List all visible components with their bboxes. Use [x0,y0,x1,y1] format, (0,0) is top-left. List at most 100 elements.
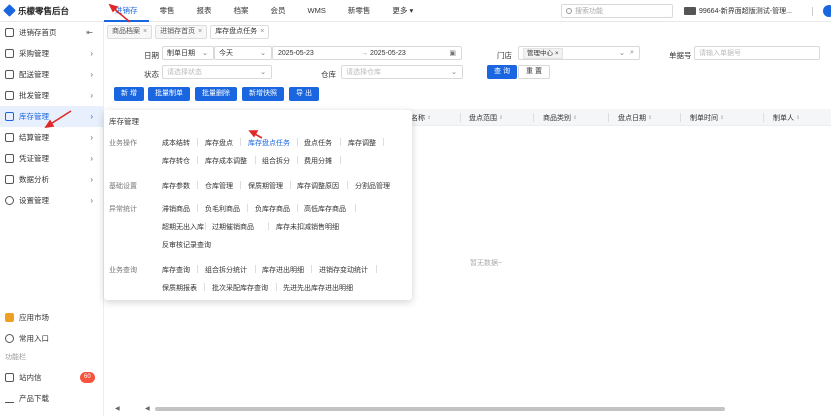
menu-item-inventory-count[interactable]: 库存盘点 [205,138,233,148]
sidebar-item-favorites[interactable]: 常用入口 [0,328,104,349]
column-header-count-date[interactable]: 盘点日期 ⇕ [618,113,652,123]
sidebar-item-voucher[interactable]: 凭证管理 › [0,148,103,169]
menu-item-shelf-life-report[interactable]: 保质期报表 [162,283,197,293]
menu-item-high-low-stock[interactable]: 高低库存商品 [304,204,346,214]
chevron-right-icon: › [90,112,93,121]
menu-item-inventory-query[interactable]: 库存查询 [162,265,190,275]
menu-item-overdue-no-movement[interactable]: 超期无出入库 [162,222,204,232]
column-header-name[interactable]: 名称 ⇕ [411,113,431,123]
batch-create-button[interactable]: 批量制单 [148,87,190,101]
menu-item-negative-margin[interactable]: 负毛利商品 [205,204,240,214]
brand[interactable]: 乐檬零售后台 [0,4,104,17]
menu-item-stock-in-out-detail[interactable]: 库存进出明细 [262,265,304,275]
close-icon[interactable]: × [260,26,264,38]
topnav-item-archives[interactable]: 档案 [223,0,260,22]
menu-item-unaudit-records[interactable]: 反审核记录查询 [162,240,211,250]
menu-item-cost-carryover[interactable]: 成本结转 [162,138,190,148]
topnav-item-more[interactable]: 更多 ▾ [381,0,424,22]
status-label: 状态 [144,70,159,79]
sidebar-item-inbox[interactable]: 站内信 60 [0,367,104,388]
menu-item-negative-stock[interactable]: 负库存商品 [255,204,290,214]
menu-divider [255,265,256,273]
warehouse-select[interactable]: 请选择仓库 ⌄ [341,65,463,79]
home-icon [5,28,14,37]
sidebar-item-home[interactable]: 进销存首页 ⇤ [0,22,103,43]
menu-item-split-goods[interactable]: 分割品管理 [355,181,390,191]
search-icon[interactable]: ⌕ [630,49,634,57]
menu-divider [297,138,298,146]
menu-divider [247,204,248,212]
date-range-picker[interactable]: 2025-05-23 → 2025-05-23 ▣ [272,46,462,60]
sidebar-item-analytics[interactable]: 数据分析 › [0,169,103,190]
column-header-created-time[interactable]: 制单时间 ⇕ [690,113,724,123]
function-search-input[interactable]: 搜索功能 [561,4,673,18]
date-preset-select[interactable]: 今天 ⌄ [214,46,272,60]
menu-item-combo-split[interactable]: 组合拆分 [262,156,290,166]
menu-item-inventory-adjust[interactable]: 库存调整 [348,138,376,148]
tab-jinxiaocun-home[interactable]: 进销存首页 × [155,25,208,39]
menu-item-cost-allocation[interactable]: 费用分摊 [304,156,332,166]
status-select[interactable]: 请选择状态 ⌄ [162,65,272,79]
scroll-left-icon[interactable]: ◀ [115,405,120,412]
empty-state: 暂无数据~ [470,260,503,267]
scrollbar-thumb[interactable] [155,407,725,411]
horizontal-scrollbar[interactable]: ◀ ◀ [107,404,831,414]
topnav-item-members[interactable]: 会员 [260,0,297,22]
menu-item-shelf-life-mgmt[interactable]: 保质期管理 [248,181,283,191]
topnav-item-new-retail[interactable]: 新零售 [337,0,382,22]
topnav-item-retail[interactable]: 零售 [149,0,186,22]
close-icon[interactable]: × [143,26,147,38]
menu-divider [204,283,205,291]
add-snapshot-button[interactable]: 新增快照 [242,87,284,101]
close-icon[interactable]: × [555,50,559,57]
scroll-left-step-icon[interactable]: ◀ [145,405,150,412]
column-header-creator[interactable]: 制单人 ⇕ [773,113,800,123]
menu-item-adjust-reason[interactable]: 库存调整原因 [297,181,339,191]
topnav-item-wms[interactable]: WMS [297,0,337,22]
sidebar-item-label: 站内信 [19,373,42,382]
column-header-scope[interactable]: 盘点范围 ⇕ [469,113,503,123]
function-search-placeholder: 搜索功能 [575,8,603,15]
collapse-icon[interactable]: ⇤ [86,28,93,37]
store-tag-label: 管理中心 [527,49,553,57]
sidebar-item-settlement[interactable]: 结算管理 › [0,127,103,148]
store-select[interactable]: 管理中心 × ⌄ ⌕ [518,46,640,60]
menu-item-unreduced-sales[interactable]: 库存未扣减销售明细 [276,222,339,232]
menu-item-slow-moving[interactable]: 滞销商品 [162,204,190,214]
menu-item-warehouse-mgmt[interactable]: 仓库管理 [205,181,233,191]
menu-item-psi-change-stats[interactable]: 进销存变动统计 [319,265,368,275]
sidebar-item-app-market[interactable]: 应用市场 [0,307,104,328]
menu-item-fifo-detail[interactable]: 先进先出库存进出明细 [283,283,353,293]
sidebar-item-inventory[interactable]: 库存管理 › [0,106,103,127]
company-switcher[interactable]: 99664-新界面超版测试-管理... [684,0,792,22]
order-no-input[interactable]: 请输入单据号 [694,46,820,60]
menu-item-cost-adjust[interactable]: 库存成本调整 [205,156,247,166]
menu-item-count-task[interactable]: 盘点任务 [304,138,332,148]
column-header-category[interactable]: 商品类别 ⇕ [543,113,577,123]
query-button[interactable]: 查 询 [487,65,517,79]
avatar[interactable] [823,5,831,17]
export-button[interactable]: 导 出 [289,87,319,101]
menu-item-batch-stock-query[interactable]: 批次采配库存查询 [212,283,268,293]
topnav-item-reports[interactable]: 报表 [186,0,223,22]
reset-button[interactable]: 重 置 [518,65,550,79]
menu-item-expired-promo[interactable]: 过期催销商品 [212,222,254,232]
tab-product-archive[interactable]: 商品档案 × [107,25,153,39]
chevron-right-icon: › [90,175,93,184]
batch-delete-button[interactable]: 批量删除 [195,87,237,101]
tab-inventory-count-task[interactable]: 库存盘点任务 × [210,25,270,39]
date-start: 2025-05-23 [278,49,314,57]
sidebar-item-download[interactable]: 产品下载 [0,388,104,409]
sidebar-item-purchase[interactable]: 采购管理 › [0,43,103,64]
menu-item-inventory-params[interactable]: 库存参数 [162,181,190,191]
menu-item-inventory-count-task[interactable]: 库存盘点任务 [248,138,290,148]
topnav-item-jinxiaocun[interactable]: 进销存 [104,0,149,22]
sidebar-item-delivery[interactable]: 配送管理 › [0,64,103,85]
close-icon[interactable]: × [198,26,202,38]
add-button[interactable]: 新 增 [114,87,144,101]
menu-item-inventory-transfer[interactable]: 库存转仓 [162,156,190,166]
sidebar-item-wholesale[interactable]: 批发管理 › [0,85,103,106]
sidebar-item-settings[interactable]: 设置管理 › [0,190,103,211]
date-type-select[interactable]: 制单日期 ⌄ [162,46,214,60]
menu-item-combo-split-stats[interactable]: 组合拆分统计 [205,265,247,275]
